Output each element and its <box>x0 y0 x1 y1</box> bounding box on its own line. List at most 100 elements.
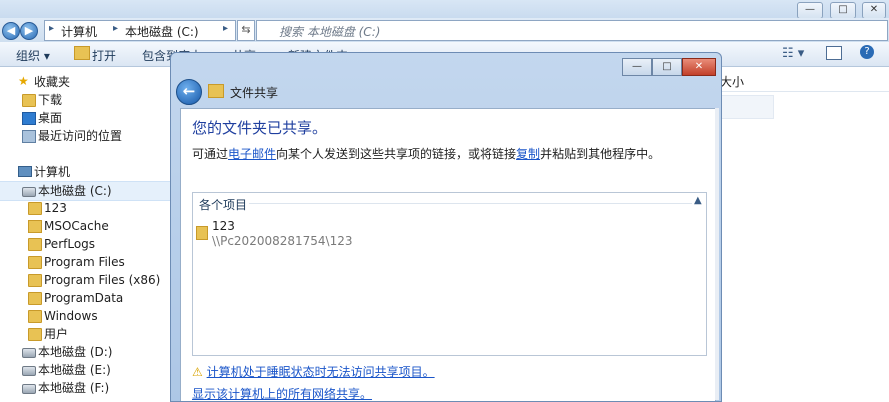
folder-icon <box>28 202 42 215</box>
open-button[interactable]: 打开 <box>92 47 116 64</box>
dialog-maximize-button[interactable]: □ <box>652 58 682 76</box>
nav-computer[interactable]: 计算机 <box>0 163 170 181</box>
sleep-warning[interactable]: ⚠ 计算机处于睡眠状态时无法访问共享项目。 <box>192 363 435 380</box>
nav-item-downloads[interactable]: 下载 <box>0 91 170 109</box>
star-icon: ★ <box>18 74 29 88</box>
drive-icon <box>22 384 36 394</box>
nav-label: Windows <box>44 309 98 323</box>
nav-label: 下载 <box>38 93 63 107</box>
close-button[interactable]: ✕ <box>862 2 886 19</box>
warning-icon: ⚠ <box>192 365 203 379</box>
breadcrumb-computer[interactable]: 计算机 <box>61 23 97 40</box>
sleep-warning-link[interactable]: 计算机处于睡眠状态时无法访问共享项目。 <box>207 365 435 379</box>
body-middle: 向某个人发送到这些共享项的链接，或将链接 <box>276 147 517 161</box>
help-icon[interactable]: ? <box>860 45 874 59</box>
breadcrumb-drive-c[interactable]: 本地磁盘 (C:) <box>125 23 199 40</box>
nav-favorites[interactable]: ★ 收藏夹 <box>0 73 170 91</box>
nav-folder[interactable]: MSOCache <box>0 217 170 235</box>
navigation-pane: ★ 收藏夹 下载 桌面 最近访问的位置 计算机 本地磁盘 (C:) 123 MS… <box>0 67 171 400</box>
explorer-titlebar <box>0 0 889 18</box>
folder-icon <box>196 226 208 240</box>
view-options-icon[interactable]: ☷ ▾ <box>782 46 804 61</box>
organize-button[interactable]: 组织 ▾ <box>16 47 50 64</box>
nav-label: 本地磁盘 (D:) <box>38 345 113 359</box>
shared-item-name[interactable]: 123 <box>212 219 235 233</box>
nav-label: 最近访问的位置 <box>38 129 123 143</box>
breadcrumb-chevron-icon: ▸ <box>49 23 55 34</box>
shared-items-list <box>192 192 707 356</box>
download-folder-icon <box>22 94 36 107</box>
column-header-size[interactable]: 大小 <box>720 73 744 90</box>
shared-item-path: \\Pc202008281754\123 <box>212 234 353 248</box>
nav-label: 123 <box>44 201 67 215</box>
email-link[interactable]: 电子邮件 <box>228 147 276 161</box>
nav-folder[interactable]: PerfLogs <box>0 235 170 253</box>
breadcrumb-chevron-icon: ▸ <box>223 23 229 34</box>
file-row[interactable] <box>720 95 774 119</box>
nav-label: PerfLogs <box>44 237 96 251</box>
dialog-edge <box>715 108 719 400</box>
breadcrumb-chevron-icon: ▸ <box>113 23 119 34</box>
address-bar[interactable]: ▸ 计算机 ▸ 本地磁盘 (C:) ▸ <box>44 20 236 41</box>
show-all-shares-link[interactable]: 显示该计算机上的所有网络共享。 <box>192 387 372 401</box>
organize-label: 组织 <box>16 49 41 63</box>
dialog-minimize-button[interactable]: — <box>622 58 652 76</box>
nav-drive[interactable]: 本地磁盘 (D:) <box>0 343 170 361</box>
maximize-button[interactable]: □ <box>830 2 856 19</box>
drive-icon <box>22 348 36 358</box>
refresh-icon[interactable]: ⇆ <box>237 20 255 41</box>
folder-icon <box>28 310 42 323</box>
nav-label: 收藏夹 <box>34 75 71 89</box>
folder-icon <box>28 256 42 269</box>
minimize-button[interactable]: — <box>797 2 823 19</box>
dialog-close-button[interactable]: ✕ <box>682 58 716 76</box>
computer-icon <box>18 166 32 177</box>
nav-drive-c[interactable]: 本地磁盘 (C:) <box>0 181 170 201</box>
drive-icon <box>22 366 36 376</box>
back-arrow-icon[interactable]: ◀ <box>2 22 20 40</box>
body-prefix: 可通过 <box>192 147 229 161</box>
folder-icon <box>28 292 42 305</box>
shared-folder-icon <box>208 84 224 98</box>
dialog-title: 文件共享 <box>230 86 279 100</box>
desktop-icon <box>22 112 36 125</box>
nav-label: 本地磁盘 (E:) <box>38 363 111 377</box>
drive-icon <box>22 187 36 197</box>
nav-folder[interactable]: ProgramData <box>0 289 170 307</box>
nav-label: Program Files (x86) <box>44 273 161 287</box>
items-group-header[interactable]: 各个项目 <box>199 196 247 213</box>
preview-pane-icon[interactable] <box>826 46 842 60</box>
nav-drive[interactable]: 本地磁盘 (F:) <box>0 379 170 397</box>
open-folder-icon <box>74 46 90 60</box>
forward-arrow-icon[interactable]: ▶ <box>20 22 38 40</box>
nav-label: Program Files <box>44 255 125 269</box>
folder-icon <box>28 274 42 287</box>
nav-folder[interactable]: Program Files (x86) <box>0 271 170 289</box>
dialog-back-icon[interactable]: ← <box>176 79 202 105</box>
nav-label: 本地磁盘 (C:) <box>38 184 112 198</box>
search-input[interactable]: 搜索 本地磁盘 (C:) <box>256 20 888 41</box>
nav-folder[interactable]: 用户 <box>0 325 170 343</box>
nav-label: MSOCache <box>44 219 109 233</box>
dialog-body-text: 可通过电子邮件向某个人发送到这些共享项的链接，或将链接复制并粘贴到其他程序中。 <box>192 145 660 162</box>
nav-label: 本地磁盘 (F:) <box>38 381 110 395</box>
body-suffix: 并粘贴到其他程序中。 <box>540 147 661 161</box>
locked-folder-icon <box>28 220 42 233</box>
nav-drive[interactable]: 本地磁盘 (E:) <box>0 361 170 379</box>
nav-item-recent-places[interactable]: 最近访问的位置 <box>0 127 170 145</box>
folder-icon <box>28 328 42 341</box>
search-placeholder: 搜索 本地磁盘 (C:) <box>279 25 381 39</box>
group-divider <box>249 203 692 204</box>
show-all-shares[interactable]: 显示该计算机上的所有网络共享。 <box>192 385 372 402</box>
nav-folder[interactable]: Program Files <box>0 253 170 271</box>
dialog-heading: 您的文件夹已共享。 <box>192 119 328 137</box>
nav-label: 计算机 <box>34 165 71 179</box>
copy-link[interactable]: 复制 <box>516 147 540 161</box>
nav-item-desktop[interactable]: 桌面 <box>0 109 170 127</box>
chevron-up-icon[interactable]: ▲ <box>694 195 702 206</box>
nav-folder[interactable]: Windows <box>0 307 170 325</box>
nav-folder[interactable]: 123 <box>0 199 170 217</box>
column-header: 大小 <box>720 71 889 92</box>
nav-label: 桌面 <box>38 111 63 125</box>
nav-label: ProgramData <box>44 291 124 305</box>
